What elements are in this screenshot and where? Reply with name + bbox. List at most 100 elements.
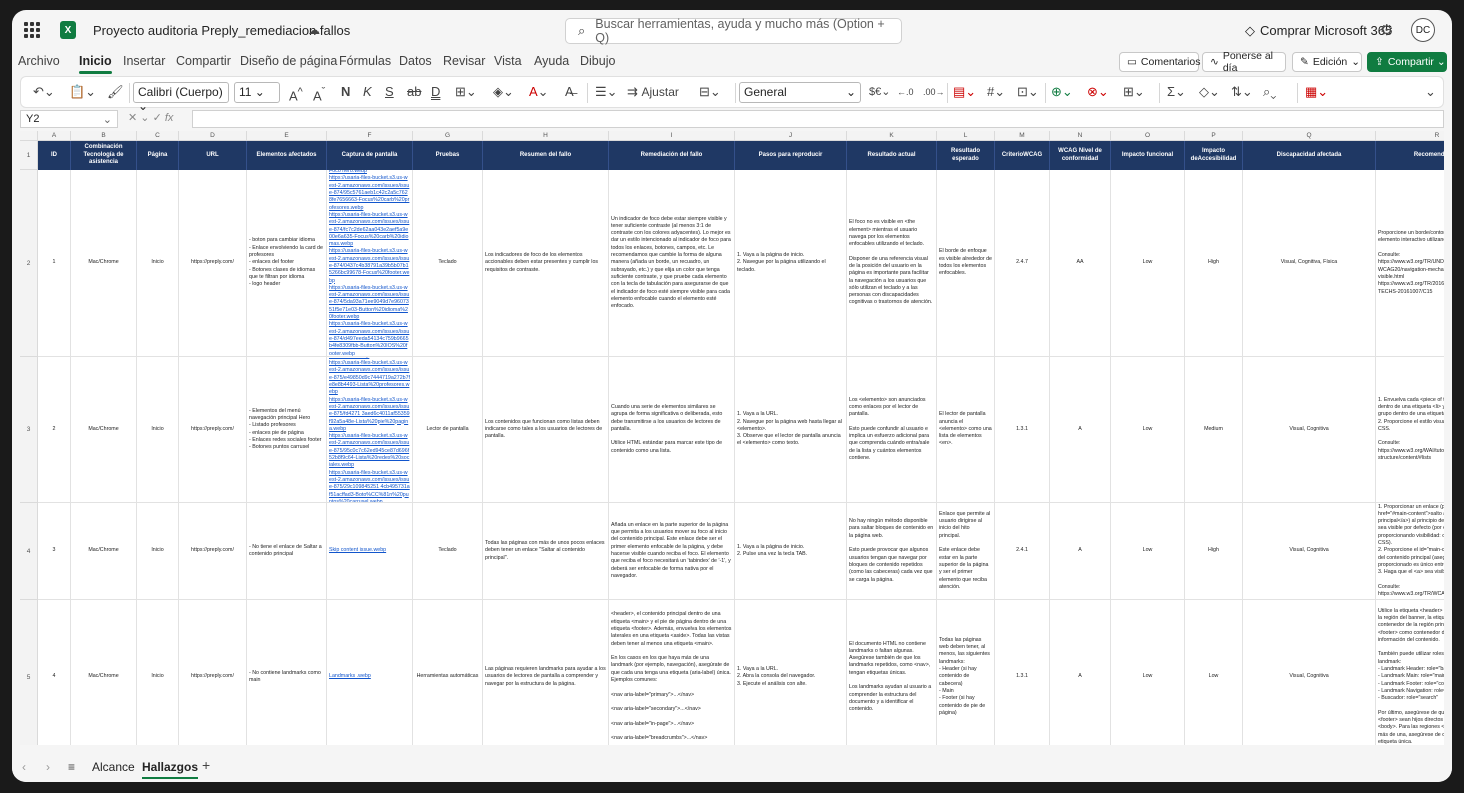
header-cell[interactable]: Pruebas	[413, 141, 483, 170]
menu-archivo[interactable]: Archivo	[18, 54, 60, 68]
data-cell[interactable]: Cuando una serie de elementos similares …	[609, 357, 735, 503]
avatar[interactable]: DC	[1411, 18, 1435, 42]
data-cell[interactable]: Mac/Chrome	[71, 357, 137, 503]
data-cell[interactable]: El borde de enfoque es visible alrededor…	[937, 170, 995, 357]
data-cell[interactable]: https://preply.com/	[179, 600, 247, 745]
row-header[interactable]: 2	[20, 170, 38, 357]
borders-icon[interactable]: ⊞⌄	[455, 83, 477, 101]
data-cell[interactable]: Inicio	[137, 170, 179, 357]
data-cell[interactable]: https://preply.com/	[179, 503, 247, 600]
data-cell[interactable]: Visual, Cognitiva, Física	[1243, 170, 1376, 357]
header-cell[interactable]: URL	[179, 141, 247, 170]
share-button[interactable]: ⇪ Compartir ⌄	[1367, 52, 1447, 72]
bold-icon[interactable]: N	[341, 83, 350, 101]
merge-icon[interactable]: ⊟⌄	[699, 83, 721, 101]
data-cell[interactable]: 1. Vaya a la URL. 2. Navegue por la pági…	[735, 357, 847, 503]
header-cell[interactable]: Discapacidad afectada	[1243, 141, 1376, 170]
menu-inicio[interactable]: Inicio	[79, 54, 112, 74]
font-color-icon[interactable]: A⌄	[529, 83, 549, 101]
header-cell[interactable]: Impacto funcional	[1111, 141, 1185, 170]
data-cell[interactable]: El documento HTML no contiene landmarks …	[847, 600, 937, 745]
column-header[interactable]: C	[137, 131, 179, 141]
data-cell[interactable]: Inicio	[137, 503, 179, 600]
data-cell[interactable]: - No contiene landmarks como main	[247, 600, 327, 745]
name-box[interactable]: Y2 ⌄	[20, 110, 118, 128]
undo-icon[interactable]: ↶⌄	[33, 83, 55, 101]
catchup-button[interactable]: ∿ Ponerse al día	[1202, 50, 1286, 74]
column-header[interactable]: F	[327, 131, 413, 141]
menu-dise-o-de-p-gina[interactable]: Diseño de página	[240, 54, 337, 68]
data-cell[interactable]: A	[1050, 357, 1111, 503]
data-cell[interactable]: Los indicadores de foco de los elementos…	[483, 170, 609, 357]
header-cell[interactable]: Combinación Tecnología de asistencia	[71, 141, 137, 170]
data-cell[interactable]: Utilice la etiqueta <header> como conten…	[1376, 600, 1444, 745]
cell-style-icon[interactable]: ⊡⌄	[1017, 83, 1039, 101]
add-sheet-icon[interactable]: +	[202, 757, 210, 773]
header-cell[interactable]: Impacto deAccesibilidad	[1185, 141, 1243, 170]
comments-button[interactable]: ▭ Comentarios	[1119, 52, 1200, 72]
data-cell[interactable]: Mac/Chrome	[71, 600, 137, 745]
column-header[interactable]: O	[1111, 131, 1185, 141]
clear-format-icon[interactable]: A̶	[565, 83, 574, 101]
data-cell[interactable]: 1. Vaya a la página de inicio. 2. Pulse …	[735, 503, 847, 600]
column-header[interactable]: L	[937, 131, 995, 141]
data-cell[interactable]: Herramientas automáticas	[413, 600, 483, 745]
formula-controls[interactable]: ✕ ⌄ ✓ fx ⌄	[122, 110, 188, 137]
data-cell[interactable]: Los <elemento> son anunciados como enlac…	[847, 357, 937, 503]
confirm-icon[interactable]: ✓	[153, 112, 162, 124]
column-header[interactable]: N	[1050, 131, 1111, 141]
font-family-select[interactable]: Calibri (Cuerpo) ⌄	[133, 82, 229, 113]
sheet-tab-alcance[interactable]: Alcance	[92, 760, 135, 774]
formula-input[interactable]	[192, 110, 1444, 128]
menu-dibujo[interactable]: Dibujo	[580, 54, 615, 68]
data-cell[interactable]: A	[1050, 600, 1111, 745]
number-format-select[interactable]: General ⌄	[739, 82, 861, 103]
data-cell[interactable]: Low	[1111, 357, 1185, 503]
data-cell[interactable]: High	[1185, 170, 1243, 357]
data-cell[interactable]: 1.3.1	[995, 600, 1050, 745]
header-cell[interactable]: Pasos para reproducir	[735, 141, 847, 170]
data-cell[interactable]: Low	[1111, 600, 1185, 745]
data-cell[interactable]: - boton para cambiar idioma - Enlace env…	[247, 170, 327, 357]
data-cell[interactable]: High	[1185, 503, 1243, 600]
expand-ribbon-icon[interactable]: ⌄	[1425, 83, 1436, 101]
header-cell[interactable]: WCAG Nivel de conformidad	[1050, 141, 1111, 170]
prev-sheet-icon[interactable]: ‹	[22, 760, 26, 774]
sheet-tab-hallazgos[interactable]: Hallazgos	[142, 760, 199, 779]
conditional-format-icon[interactable]: ▤⌄	[953, 83, 976, 101]
search-box[interactable]: ⌕ Buscar herramientas, ayuda y mucho más …	[565, 17, 902, 45]
menu-datos[interactable]: Datos	[399, 54, 432, 68]
column-header[interactable]: Q	[1243, 131, 1376, 141]
currency-icon[interactable]: $€⌄	[869, 83, 890, 101]
underline-icon[interactable]: S	[385, 83, 394, 101]
screenshot-link-cell[interactable]: Foco hero.webp https://usaria-files-buck…	[327, 170, 413, 357]
menu-revisar[interactable]: Revisar	[443, 54, 485, 68]
next-sheet-icon[interactable]: ›	[46, 760, 50, 774]
wrap-text-icon[interactable]: ⇉ Ajustar	[627, 83, 679, 101]
format-painter-icon[interactable]: 🖌	[107, 83, 124, 101]
data-cell[interactable]: AA	[1050, 170, 1111, 357]
increase-font-icon[interactable]: A^	[289, 83, 303, 105]
header-cell[interactable]: CriterioWCAG	[995, 141, 1050, 170]
header-cell[interactable]: Resultado esperado	[937, 141, 995, 170]
clear-icon[interactable]: ◇⌄	[1199, 83, 1220, 101]
column-header[interactable]: A	[38, 131, 71, 141]
column-header[interactable]: P	[1185, 131, 1243, 141]
data-cell[interactable]: Visual, Cognitiva	[1243, 503, 1376, 600]
align-icon[interactable]: ☰⌄	[595, 83, 618, 101]
data-cell[interactable]: Low	[1185, 600, 1243, 745]
data-cell[interactable]: Añada un enlace en la parte superior de …	[609, 503, 735, 600]
app-launcher-icon[interactable]	[24, 22, 40, 38]
data-cell[interactable]: Mac/Chrome	[71, 170, 137, 357]
column-header[interactable]: D	[179, 131, 247, 141]
row-header[interactable]: 4	[20, 503, 38, 600]
decrease-decimal-icon[interactable]: .00→	[923, 83, 945, 101]
data-cell[interactable]: 2.4.1	[995, 503, 1050, 600]
insert-cells-icon[interactable]: ⊕⌄	[1051, 83, 1073, 101]
data-cell[interactable]: https://preply.com/	[179, 170, 247, 357]
data-cell[interactable]: 1	[38, 170, 71, 357]
header-cell[interactable]: Resumen del fallo	[483, 141, 609, 170]
column-header[interactable]: H	[483, 131, 609, 141]
column-header[interactable]: I	[609, 131, 735, 141]
data-cell[interactable]: Todas las páginas web deben tener, al me…	[937, 600, 995, 745]
